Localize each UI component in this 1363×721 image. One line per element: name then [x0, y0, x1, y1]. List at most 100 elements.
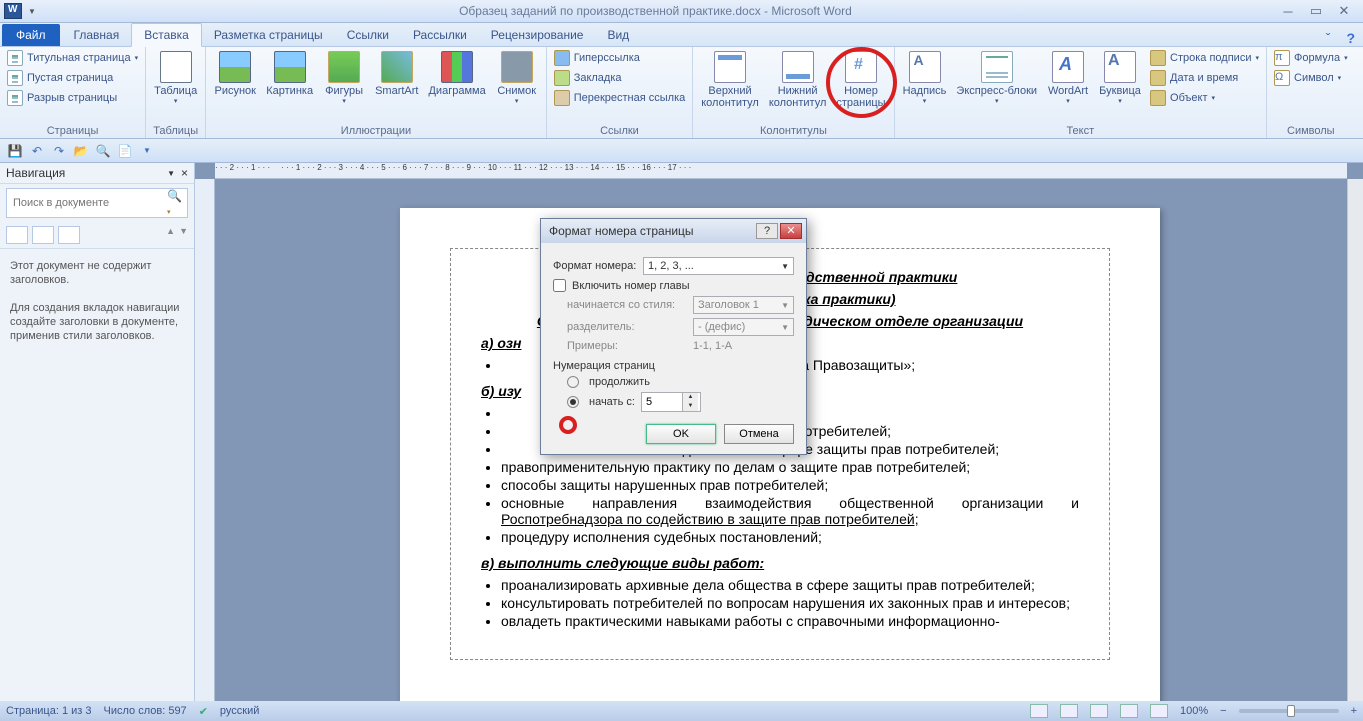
- nav-up-icon[interactable]: ▲: [166, 226, 175, 244]
- shapes-button[interactable]: Фигуры▾: [319, 49, 369, 107]
- header-button[interactable]: Верхний колонтитул: [697, 49, 763, 111]
- chapter-style-dropdown: Заголовок 1▼: [693, 296, 794, 314]
- ribbon-minimize-icon[interactable]: ˇ: [1318, 30, 1339, 46]
- continue-radio[interactable]: [567, 376, 579, 388]
- status-words[interactable]: Число слов: 597: [104, 705, 187, 717]
- tab-mailings[interactable]: Рассылки: [401, 24, 479, 46]
- view-draft[interactable]: [1150, 704, 1168, 718]
- tab-file[interactable]: Файл: [2, 24, 60, 46]
- open-button[interactable]: 📂: [72, 142, 90, 160]
- window-title: Образец заданий по производственной прак…: [36, 4, 1275, 18]
- nav-mode-pages[interactable]: [32, 226, 54, 244]
- help-icon[interactable]: ?: [1338, 30, 1363, 46]
- nav-down-icon[interactable]: ▼: [179, 226, 188, 244]
- equation-icon: π: [1274, 50, 1290, 66]
- qat-more-icon[interactable]: ▼: [138, 142, 156, 160]
- crossref-button[interactable]: Перекрестная ссылка: [551, 89, 689, 107]
- symbol-icon: Ω: [1274, 70, 1290, 86]
- object-button[interactable]: Объект▾: [1147, 89, 1262, 107]
- equation-button[interactable]: πФормула▾: [1271, 49, 1351, 67]
- nav-search[interactable]: 🔍▾: [6, 188, 188, 218]
- page-break-button[interactable]: Разрыв страницы: [4, 89, 141, 107]
- nav-close-icon[interactable]: ×: [181, 166, 188, 180]
- signature-icon: [1150, 50, 1166, 66]
- screenshot-button[interactable]: Снимок▾: [492, 49, 542, 107]
- qat-dropdown-icon[interactable]: ▼: [28, 7, 36, 16]
- include-chapter-checkbox[interactable]: [553, 279, 566, 292]
- tab-review[interactable]: Рецензирование: [479, 24, 596, 46]
- quickparts-icon: [981, 51, 1013, 83]
- ribbon-tabs: Файл Главная Вставка Разметка страницы С…: [0, 23, 1363, 47]
- hyperlink-button[interactable]: Гиперссылка: [551, 49, 689, 67]
- clipart-button[interactable]: Картинка: [262, 49, 317, 99]
- quickparts-button[interactable]: Экспресс-блоки▾: [952, 49, 1041, 107]
- tab-view[interactable]: Вид: [595, 24, 641, 46]
- nav-dropdown-icon[interactable]: ▼: [167, 169, 175, 178]
- format-dropdown[interactable]: 1, 2, 3, ...▼: [643, 257, 794, 275]
- symbol-button[interactable]: ΩСимвол▾: [1271, 69, 1351, 87]
- dropcap-icon: A: [1104, 51, 1136, 83]
- wordart-button[interactable]: WordArt▾: [1043, 49, 1093, 107]
- ribbon: Титульная страница▾ Пустая страница Разр…: [0, 47, 1363, 139]
- blank-page-button[interactable]: Пустая страница: [4, 69, 141, 87]
- tab-layout[interactable]: Разметка страницы: [202, 24, 335, 46]
- minimize-button[interactable]: ─: [1275, 3, 1301, 19]
- view-outline[interactable]: [1120, 704, 1138, 718]
- table-button[interactable]: Таблица▾: [150, 49, 201, 107]
- new-button[interactable]: 📄: [116, 142, 134, 160]
- page-number-button[interactable]: Номер страницы: [832, 49, 889, 111]
- document-area: · · · 2 · · · 1 · · · · · · 1 · · · 2 · …: [195, 163, 1363, 701]
- textbox-icon: A: [909, 51, 941, 83]
- picture-button[interactable]: Рисунок: [210, 49, 260, 99]
- signature-button[interactable]: Строка подписи▾: [1147, 49, 1262, 67]
- page-break-icon: [7, 90, 23, 106]
- search-input[interactable]: [7, 194, 161, 212]
- view-fullscreen[interactable]: [1060, 704, 1078, 718]
- footer-button[interactable]: Нижний колонтитул: [765, 49, 831, 111]
- dialog-title: Формат номера страницы: [545, 224, 756, 238]
- status-page[interactable]: Страница: 1 из 3: [6, 705, 92, 717]
- smartart-button[interactable]: SmartArt: [371, 49, 422, 99]
- view-web[interactable]: [1090, 704, 1108, 718]
- search-icon[interactable]: 🔍▾: [161, 189, 188, 217]
- start-at-radio[interactable]: [567, 396, 579, 408]
- start-at-input[interactable]: [642, 393, 682, 411]
- redo-button[interactable]: ↷: [50, 142, 68, 160]
- textbox-button[interactable]: AНадпись▾: [899, 49, 951, 107]
- nav-message: Этот документ не содержит заголовков. Дл…: [0, 249, 194, 353]
- view-print-layout[interactable]: [1030, 704, 1048, 718]
- ok-button[interactable]: OK: [646, 424, 716, 444]
- vertical-ruler[interactable]: [195, 179, 215, 701]
- dropcap-button[interactable]: AБуквица▾: [1095, 49, 1145, 107]
- undo-button[interactable]: ↶: [28, 142, 46, 160]
- chart-button[interactable]: Диаграмма: [424, 49, 489, 99]
- tab-home[interactable]: Главная: [62, 24, 132, 46]
- dialog-close-button[interactable]: ✕: [780, 223, 802, 239]
- tab-references[interactable]: Ссылки: [335, 24, 401, 46]
- datetime-button[interactable]: Дата и время: [1147, 69, 1262, 87]
- maximize-button[interactable]: ▭: [1303, 3, 1329, 19]
- spinner-up-icon[interactable]: ▲: [682, 393, 698, 402]
- dialog-help-button[interactable]: ?: [756, 223, 778, 239]
- tab-insert[interactable]: Вставка: [131, 23, 202, 47]
- close-button[interactable]: ✕: [1331, 3, 1357, 19]
- vertical-scrollbar[interactable]: [1347, 179, 1363, 701]
- zoom-slider[interactable]: [1239, 709, 1339, 713]
- nav-mode-results[interactable]: [58, 226, 80, 244]
- chart-icon: [441, 51, 473, 83]
- status-proof-icon[interactable]: ✔: [199, 705, 208, 718]
- spinner-down-icon[interactable]: ▼: [682, 402, 698, 411]
- zoom-in-button[interactable]: +: [1351, 705, 1357, 717]
- cancel-button[interactable]: Отмена: [724, 424, 794, 444]
- zoom-out-button[interactable]: −: [1220, 705, 1226, 717]
- cover-page-button[interactable]: Титульная страница▾: [4, 49, 141, 67]
- app-icon: [4, 3, 22, 19]
- start-at-spinner[interactable]: ▲▼: [641, 392, 701, 412]
- preview-button[interactable]: 🔍: [94, 142, 112, 160]
- save-button[interactable]: 💾: [6, 142, 24, 160]
- zoom-level[interactable]: 100%: [1180, 705, 1208, 717]
- status-language[interactable]: русский: [220, 705, 259, 717]
- nav-mode-headings[interactable]: [6, 226, 28, 244]
- bookmark-button[interactable]: Закладка: [551, 69, 689, 87]
- horizontal-ruler[interactable]: · · · 2 · · · 1 · · · · · · 1 · · · 2 · …: [215, 163, 1347, 179]
